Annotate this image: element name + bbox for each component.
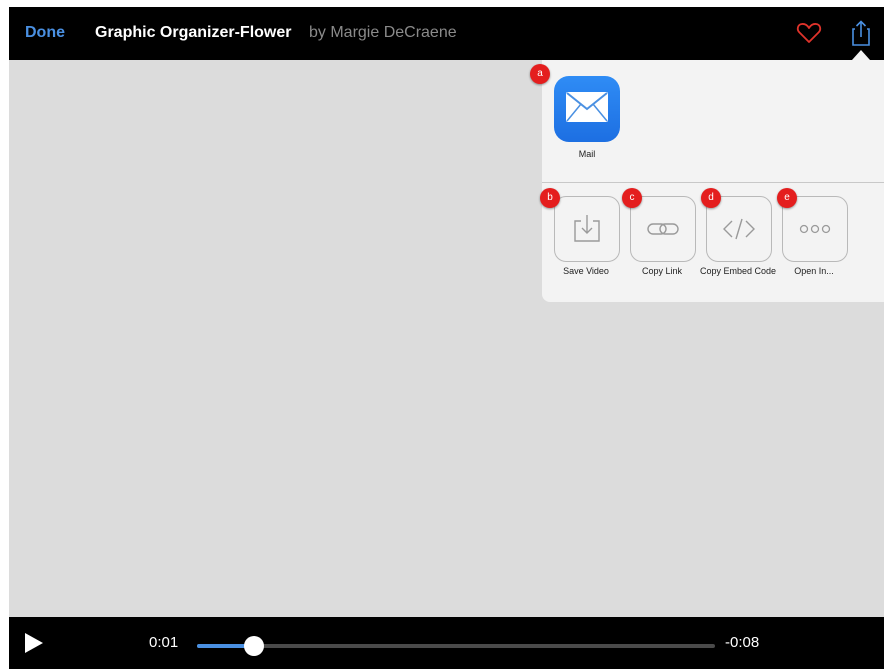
annotation-badge-d: d [701,188,721,208]
video-title: Graphic Organizer-Flower [95,24,292,41]
mail-app-button[interactable] [554,76,620,142]
done-button[interactable]: Done [25,24,65,42]
copy-embed-code-label: Copy Embed Code [699,266,777,276]
link-icon [647,223,679,235]
save-video-button[interactable] [554,196,620,262]
sheet-divider [542,182,884,183]
popover-arrow [852,50,870,60]
share-icon[interactable] [852,20,870,46]
annotation-badge-a: a [530,64,550,84]
open-in-label: Open In... [794,266,834,276]
more-icon [799,224,831,234]
heart-outline-icon[interactable] [796,21,822,45]
embed-code-icon [723,218,755,240]
playback-controls: 0:01 -0:08 [9,617,884,669]
save-video-label: Save Video [563,266,609,276]
video-author: by Margie DeCraene [309,24,457,41]
mail-app-label: Mail [578,149,596,159]
elapsed-time: 0:01 [149,634,179,651]
remaining-time: -0:08 [725,634,760,651]
annotation-badge-b: b [540,188,560,208]
mail-icon [566,92,608,122]
copy-link-label: Copy Link [641,266,683,276]
copy-link-button[interactable] [630,196,696,262]
share-sheet: Mail a Save Video b Copy Link c Copy Emb… [530,60,884,302]
video-player-screen: Done Graphic Organizer-Flower by Margie … [9,7,884,669]
top-bar: Done Graphic Organizer-Flower by Margie … [9,7,884,60]
scrubber-thumb[interactable] [243,636,264,656]
play-icon[interactable] [25,633,43,653]
progress-slider[interactable] [197,636,715,656]
save-download-icon [574,215,600,242]
annotation-badge-c: c [622,188,642,208]
annotation-badge-e: e [777,188,797,208]
